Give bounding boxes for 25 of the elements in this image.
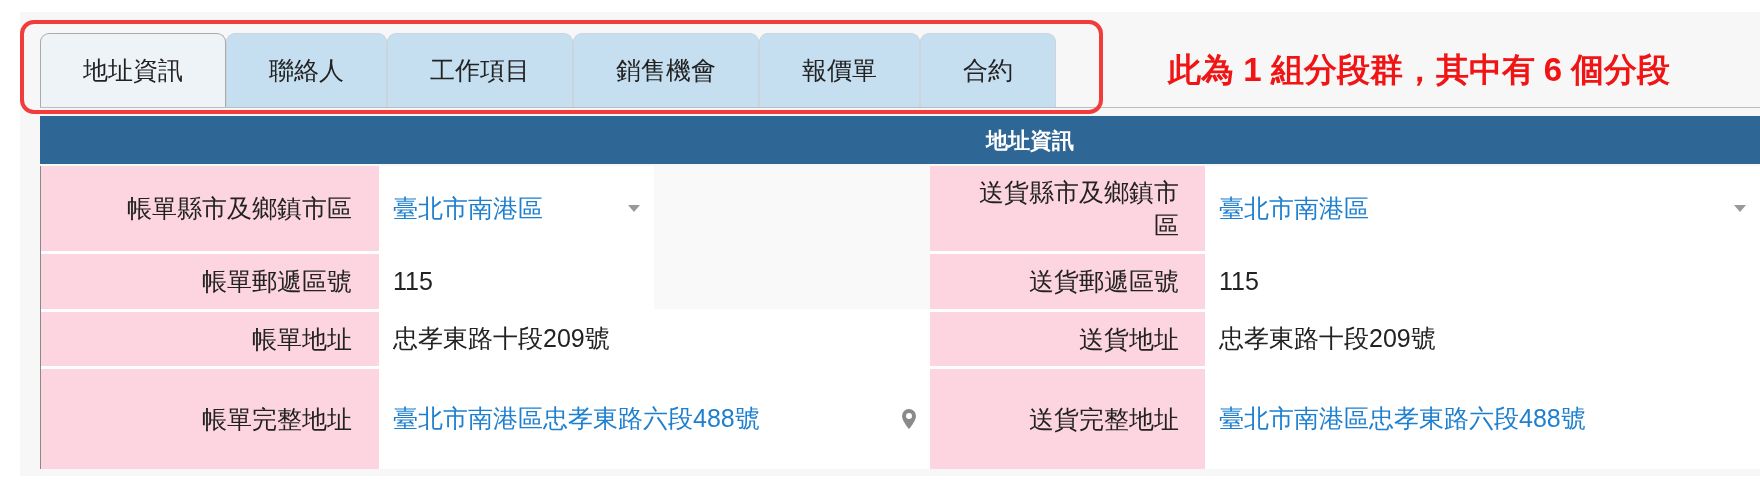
field-label: 送貨縣市及鄉鎮市區 — [930, 166, 1205, 251]
field-value: 115 — [393, 265, 433, 297]
section-title: 地址資訊 — [986, 126, 1074, 155]
annotation-text: 此為 1 組分段群，其中有 6 個分段 — [1168, 50, 1671, 91]
field-label: 帳單郵遞區號 — [41, 254, 379, 309]
tab[interactable]: 合約 — [920, 33, 1056, 107]
field-label: 帳單地址 — [41, 312, 379, 366]
field-value: 115 — [1219, 265, 1259, 297]
field-value: 忠孝東路十段209號 — [1219, 323, 1436, 355]
field-label: 送貨郵遞區號 — [930, 254, 1205, 309]
field-label: 帳單縣市及鄉鎮市區 — [41, 166, 379, 251]
tab[interactable]: 工作項目 — [387, 33, 573, 107]
dropdown-caret-icon[interactable] — [628, 205, 640, 212]
field-label: 帳單完整地址 — [41, 369, 379, 469]
dropdown-caret-icon[interactable] — [1734, 205, 1746, 212]
address-link[interactable]: 臺北市南港區忠孝東路六段488號 — [393, 400, 760, 438]
field-label: 送貨地址 — [930, 312, 1205, 366]
tab[interactable]: 聯絡人 — [226, 33, 387, 107]
field-label: 送貨完整地址 — [930, 369, 1205, 469]
map-pin-icon[interactable] — [902, 409, 916, 429]
address-link[interactable]: 臺北市南港區忠孝東路六段488號 — [1219, 400, 1586, 438]
field-value: 忠孝東路十段209號 — [393, 323, 610, 355]
tab[interactable]: 銷售機會 — [573, 33, 759, 107]
tab[interactable]: 地址資訊 — [40, 33, 226, 107]
tab[interactable]: 報價單 — [759, 33, 920, 107]
